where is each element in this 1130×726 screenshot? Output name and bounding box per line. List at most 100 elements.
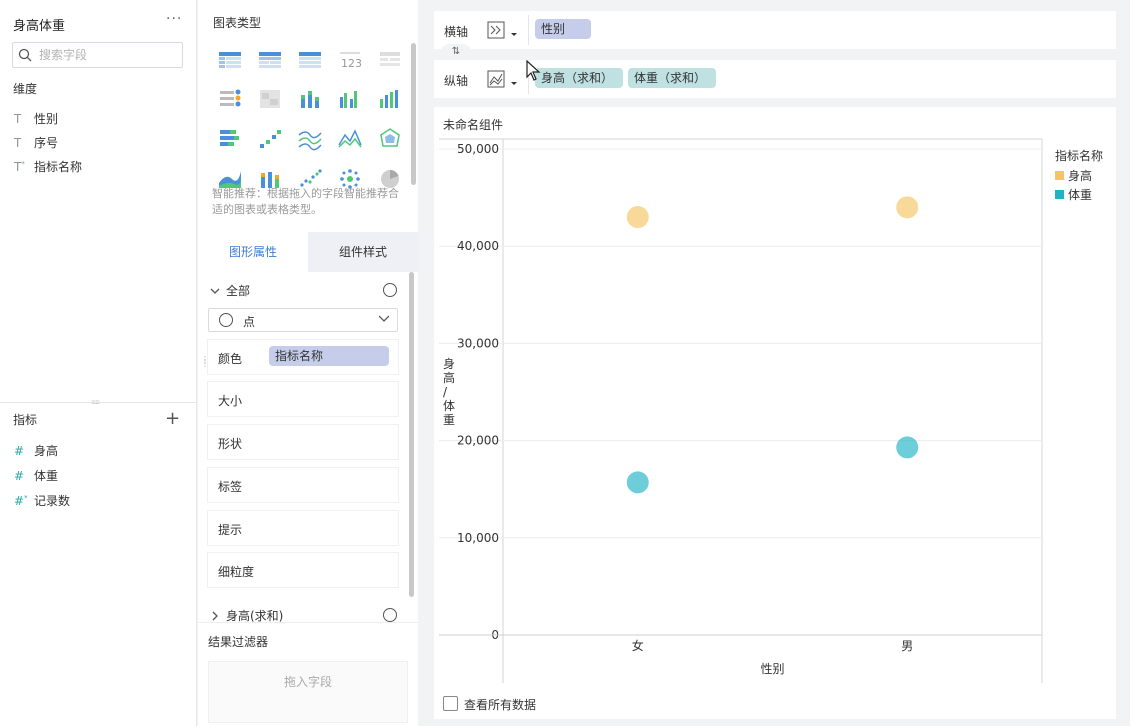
data-point	[896, 436, 919, 459]
calculated-number-type-icon: #*	[14, 494, 28, 508]
filter-drop-zone[interactable]: 拖入字段	[208, 661, 408, 723]
bar-chart-icon[interactable]	[376, 87, 404, 111]
show-all-data-checkbox[interactable]	[443, 696, 458, 711]
field-label: 体重	[34, 469, 59, 483]
size-property-card[interactable]: 大小	[208, 382, 398, 416]
calculated-text-type-icon: T*	[14, 160, 25, 174]
scatter-plot: 010,00020,00030,00040,00050,000女 男性别	[439, 138, 1043, 683]
more-options-icon[interactable]: ···	[166, 11, 182, 27]
x-field-pill-gender[interactable]: 性别	[535, 19, 591, 39]
granularity-property-card[interactable]: 细粒度	[208, 553, 398, 587]
add-measure-icon[interactable]: +	[165, 410, 180, 428]
field-panel: 身高体重 ··· 维度 T性别 T序号 T*指标名称 :::::: 指标 + #…	[0, 0, 197, 726]
field-search-box[interactable]	[12, 42, 183, 68]
shape-property-card[interactable]: 形状	[208, 425, 398, 459]
x-axis-title: 性别	[760, 662, 784, 676]
chart-recommend-hint: 智能推荐：根据拖入的字段智能推荐合适的图表或表格类型。	[212, 187, 399, 216]
dimension-field-index[interactable]: T 序号	[14, 134, 58, 154]
horizontal-bar-icon[interactable]	[216, 127, 244, 151]
swap-axes-icon[interactable]: ⇅	[441, 44, 471, 60]
panel-resize-handle[interactable]: ::::::	[0, 398, 196, 406]
dimension-field-gender[interactable]: T 性别	[14, 110, 58, 130]
point-mark-icon	[219, 313, 233, 327]
chart-type-panel: 图表类型 123 智能推荐：根据拖入的字段智能推荐合适的图表或表格类型。	[198, 0, 418, 232]
measure-field-weight[interactable]: # 体重	[14, 467, 58, 487]
text-type-icon: T	[14, 112, 22, 126]
all-section-header[interactable]: 全部	[210, 282, 250, 299]
legend-item-height[interactable]: 身高	[1055, 167, 1092, 184]
field-label: 指标名称	[34, 160, 83, 174]
legend-label: 体重	[1068, 188, 1093, 202]
chart-component: 未命名组件 0 10,000 20,000 30,000 40,000 50,000 女男性…	[434, 107, 1116, 683]
attribute-scrollbar[interactable]	[409, 272, 414, 597]
chevron-down-icon	[210, 288, 220, 294]
dimension-field-metric-name[interactable]: T* 指标名称	[14, 158, 82, 178]
line-chart-icon[interactable]	[296, 127, 324, 151]
size-label: 大小	[218, 394, 243, 408]
text-card-icon[interactable]	[376, 47, 404, 71]
detail-table-icon[interactable]	[216, 47, 244, 71]
kpi-number-icon[interactable]: 123	[336, 47, 364, 71]
measures-header: 指标	[13, 413, 38, 427]
color-field-pill[interactable]: 指标名称	[269, 346, 389, 366]
y-axis-title: 身 高 / 体 重	[443, 357, 456, 427]
radar-chart-icon[interactable]	[376, 127, 404, 151]
tab-component-style[interactable]: 组件样式	[308, 232, 418, 272]
data-point	[896, 196, 919, 219]
height-section-toggle[interactable]	[383, 608, 397, 622]
svg-text:123: 123	[341, 57, 362, 70]
y-field-pill-weight[interactable]: 体重（求和）	[628, 68, 716, 88]
attribute-panel: 图形属性 组件样式 全部 点 颜色 指标名称 大小 形状 标签 提示 细粒度 身…	[198, 232, 418, 623]
stacked-bar-icon[interactable]	[296, 87, 324, 111]
search-input[interactable]	[39, 46, 179, 64]
label-property-card[interactable]: 标签	[208, 468, 398, 502]
y-tick-label: 10,000	[457, 531, 499, 545]
y-tick-label: 30,000	[457, 336, 499, 350]
grouped-bar-icon[interactable]	[336, 87, 364, 111]
color-property-card[interactable]: 颜色 指标名称	[208, 340, 398, 374]
tooltip-property-card[interactable]: 提示	[208, 511, 398, 545]
group-table-icon[interactable]	[256, 47, 284, 71]
x-axis-shelf: 横轴 性别	[434, 11, 1116, 49]
field-label: 记录数	[34, 494, 71, 508]
y-axis-chart-icon[interactable]	[486, 69, 520, 89]
number-type-icon: #	[14, 469, 25, 483]
heatmap-icon[interactable]	[256, 87, 284, 111]
area-line-icon[interactable]	[336, 127, 364, 151]
field-label: 性别	[34, 112, 59, 126]
x-shelf-divider	[528, 15, 529, 45]
legend-swatch	[1055, 171, 1064, 180]
legend-item-weight[interactable]: 体重	[1055, 186, 1092, 203]
chart-type-scrollbar[interactable]	[411, 43, 416, 185]
mark-type-select[interactable]: 点	[208, 308, 398, 332]
chart-type-title: 图表类型	[213, 16, 262, 30]
granularity-label: 细粒度	[218, 565, 255, 579]
x-axis-sort-icon[interactable]	[486, 20, 520, 40]
tab-graph-properties[interactable]: 图形属性	[198, 232, 308, 272]
step-chart-icon[interactable]	[256, 127, 284, 151]
x-axis-label: 横轴	[444, 25, 469, 39]
measure-field-height[interactable]: # 身高	[14, 442, 58, 462]
cross-table-icon[interactable]	[296, 47, 324, 71]
x-tick-label: 女	[632, 638, 644, 653]
legend-swatch	[1055, 190, 1064, 199]
measure-field-record-count[interactable]: #* 记录数	[14, 492, 70, 512]
y-tick-label: 40,000	[457, 239, 499, 253]
color-label: 颜色	[218, 352, 243, 366]
shape-label: 形状	[218, 437, 243, 451]
y-axis-label: 纵轴	[444, 74, 469, 88]
y-field-pill-height[interactable]: 身高（求和）	[535, 68, 623, 88]
data-point	[626, 471, 649, 494]
chevron-right-icon	[212, 611, 218, 621]
chart-footer: 查看所有数据	[434, 683, 1116, 719]
tooltip-label: 提示	[218, 523, 243, 537]
field-label: 序号	[34, 136, 59, 150]
multi-indicator-icon[interactable]	[216, 87, 244, 111]
legend-title: 指标名称	[1055, 149, 1104, 163]
side-drag-handle[interactable]: ⋮ ⋮	[201, 356, 209, 368]
search-icon	[18, 48, 32, 62]
y-tick-label: 50,000	[457, 142, 499, 156]
all-section-toggle[interactable]	[383, 283, 397, 297]
mark-type-value: 点	[243, 315, 256, 329]
show-all-data-label: 查看所有数据	[464, 698, 537, 712]
